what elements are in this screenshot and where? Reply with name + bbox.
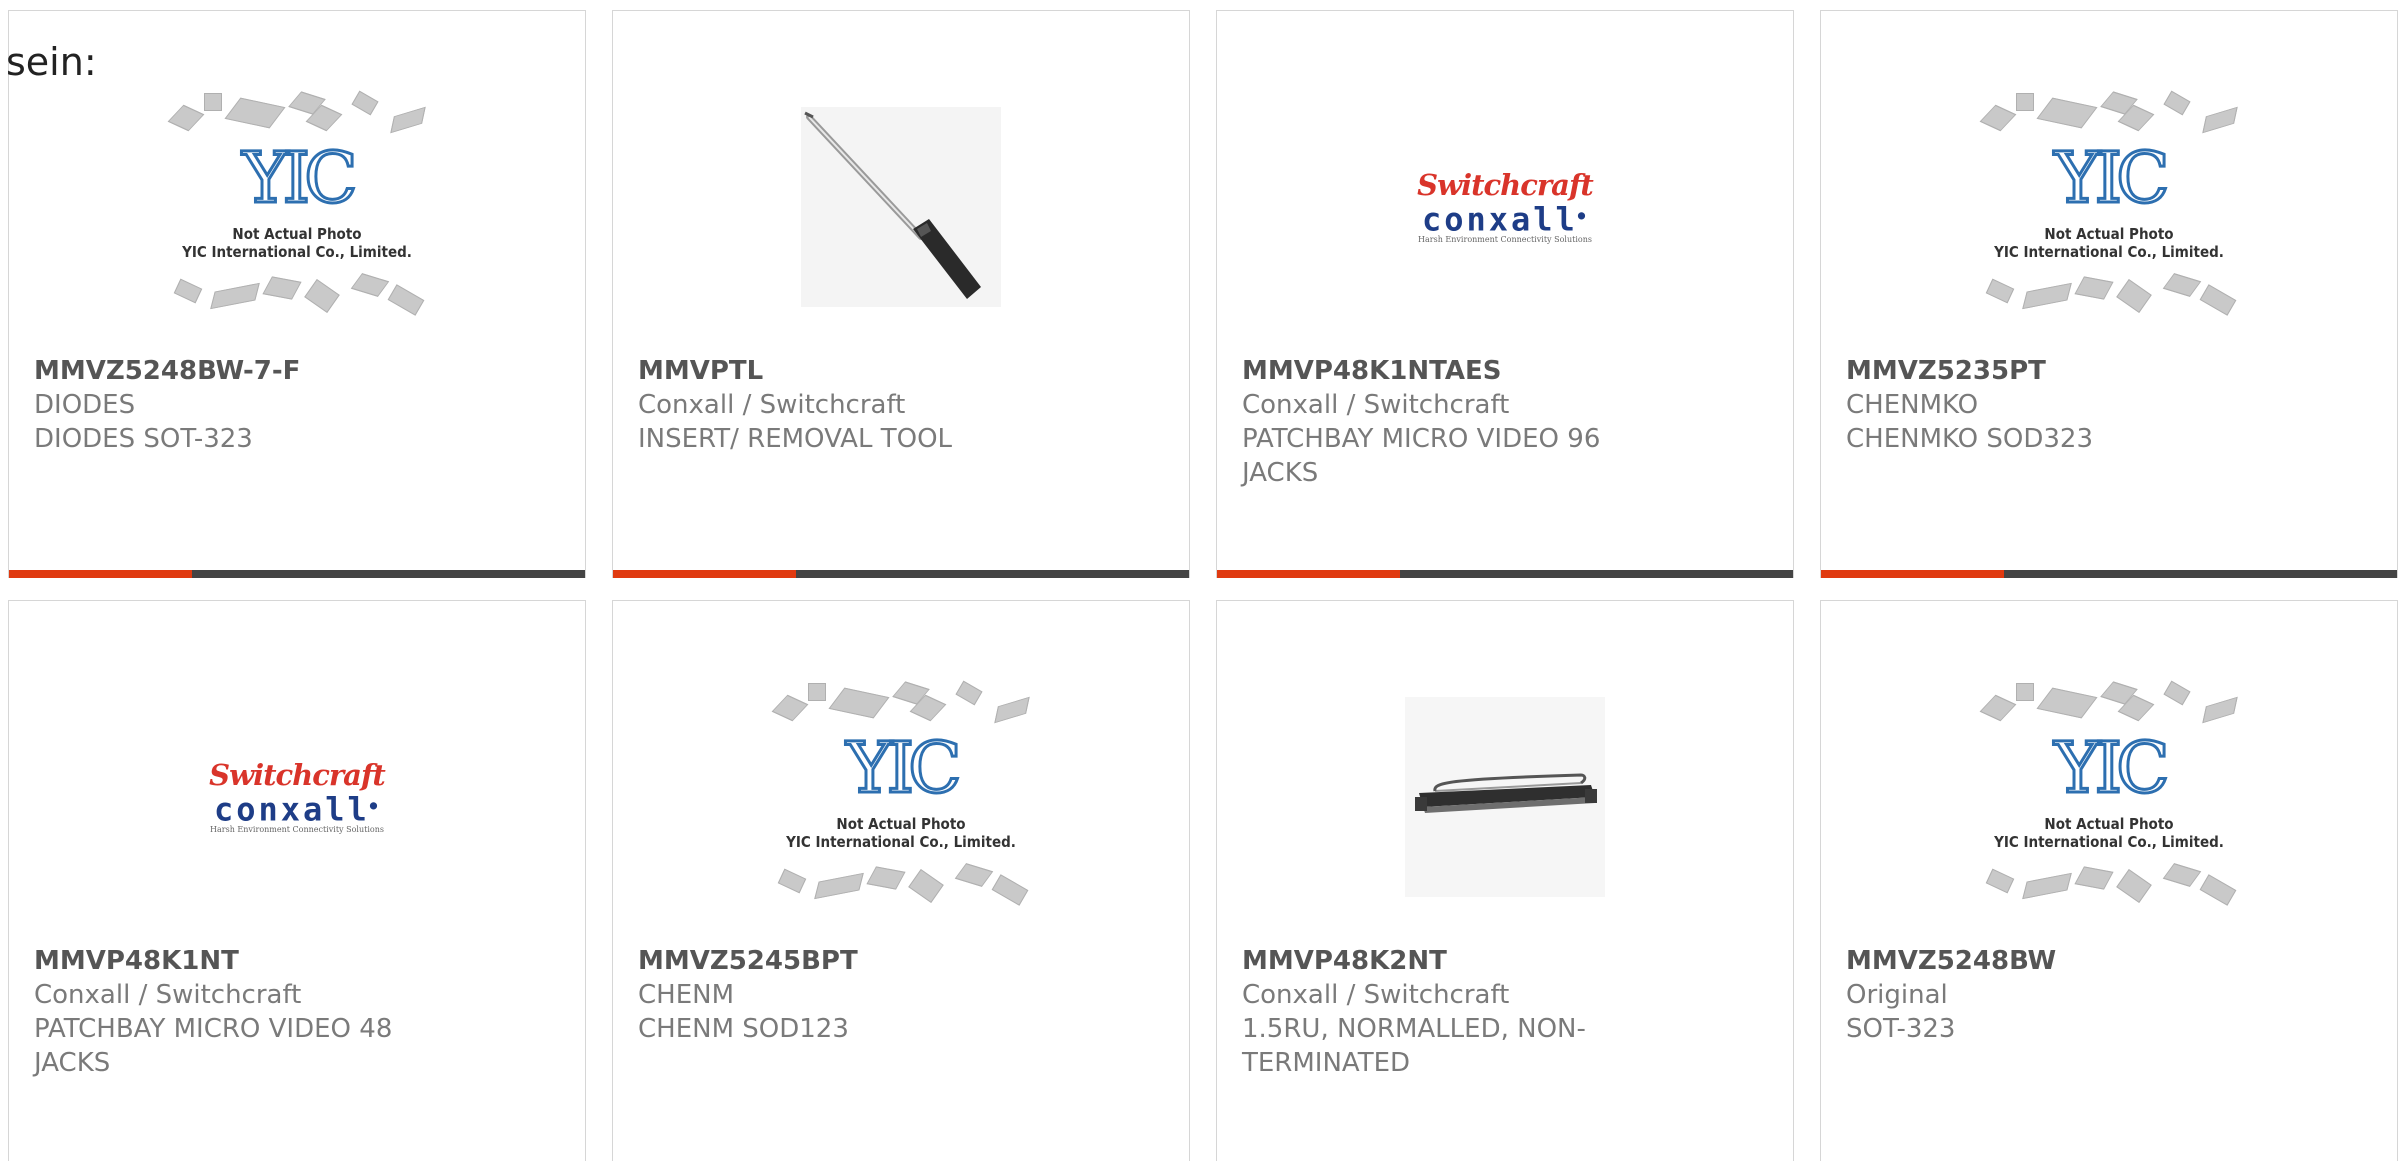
yic-logo: YIC [845, 727, 963, 809]
product-image[interactable]: YIC Not Actual Photo YIC International C… [9, 87, 585, 327]
placeholder-company: YIC International Co., Limited. [1994, 243, 2224, 261]
card-footer-bar [1821, 570, 2397, 578]
description: 1.5RU, NORMALLED, NON-TERMINATED [1242, 1014, 1586, 1078]
product-card[interactable]: YIC Not Actual Photo YIC International C… [612, 600, 1190, 1161]
description: DIODES SOT-323 [34, 424, 253, 454]
product-image[interactable] [1217, 677, 1793, 917]
manufacturer: Original [1846, 980, 1948, 1010]
yic-logo: YIC [2053, 727, 2171, 809]
yic-placeholder-image: YIC Not Actual Photo YIC International C… [162, 87, 432, 327]
product-info: MMVZ5248BW Original SOT-323 [1846, 944, 2247, 1046]
page-heading: sein: [6, 40, 97, 84]
part-number[interactable]: MMVZ5235PT [1846, 354, 2247, 388]
bar-accent [9, 570, 192, 578]
product-image[interactable]: Switchcraft conxall● Harsh Environment C… [9, 677, 585, 917]
card-footer-bar [9, 570, 585, 578]
description: SOT-323 [1846, 1014, 1956, 1044]
placeholder-company: YIC International Co., Limited. [786, 833, 1016, 851]
switchcraft-logo-tagline: Harsh Environment Connectivity Solutions [1418, 234, 1592, 244]
placeholder-caption: Not Actual Photo [836, 815, 966, 833]
switchcraft-logo: Switchcraft conxall● Harsh Environment C… [192, 760, 402, 834]
part-number[interactable]: MMVZ5248BW-7-F [34, 354, 435, 388]
product-image[interactable] [613, 87, 1189, 327]
part-number[interactable]: MMVPTL [638, 354, 1039, 388]
placeholder-caption: Not Actual Photo [232, 225, 362, 243]
description: INSERT/ REMOVAL TOOL [638, 424, 953, 454]
part-number[interactable]: MMVP48K1NTAES [1242, 354, 1643, 388]
patch-panel-image [1405, 697, 1605, 897]
product-info: MMVZ5248BW-7-F DIODES DIODES SOT-323 [34, 354, 435, 456]
part-number[interactable]: MMVP48K1NT [34, 944, 435, 978]
product-info: MMVPTL Conxall / Switchcraft INSERT/ REM… [638, 354, 1039, 456]
product-info: MMVP48K1NT Conxall / Switchcraft PATCHBA… [34, 944, 435, 1080]
product-image[interactable]: YIC Not Actual Photo YIC International C… [1821, 677, 2397, 917]
manufacturer: CHENMKO [1846, 390, 1979, 420]
description: CHENMKO SOD323 [1846, 424, 2093, 454]
manufacturer: CHENM [638, 980, 735, 1010]
placeholder-company: YIC International Co., Limited. [182, 243, 412, 261]
screwdriver-image [801, 107, 1001, 307]
page: sein: YIC Not Actual Photo YIC Internati… [0, 0, 2400, 1161]
product-card[interactable]: Switchcraft conxall● Harsh Environment C… [8, 600, 586, 1161]
product-card[interactable]: MMVP48K2NT Conxall / Switchcraft 1.5RU, … [1216, 600, 1794, 1161]
part-number[interactable]: MMVP48K2NT [1242, 944, 1643, 978]
product-grid: YIC Not Actual Photo YIC International C… [8, 10, 2400, 1161]
placeholder-caption: Not Actual Photo [2044, 815, 2174, 833]
manufacturer: DIODES [34, 390, 136, 420]
manufacturer: Conxall / Switchcraft [1242, 390, 1510, 420]
product-info: MMVP48K2NT Conxall / Switchcraft 1.5RU, … [1242, 944, 1643, 1080]
product-info: MMVP48K1NTAES Conxall / Switchcraft PATC… [1242, 354, 1643, 490]
bar-accent [1821, 570, 2004, 578]
switchcraft-logo-bottom: conxall [213, 790, 370, 829]
product-image[interactable]: YIC Not Actual Photo YIC International C… [613, 677, 1189, 917]
description: PATCHBAY MICRO VIDEO 96 JACKS [1242, 424, 1601, 488]
description: PATCHBAY MICRO VIDEO 48 JACKS [34, 1014, 393, 1078]
yic-placeholder-image: YIC Not Actual Photo YIC International C… [1974, 87, 2244, 327]
bar-accent [613, 570, 796, 578]
yic-logo: YIC [241, 137, 359, 219]
switchcraft-logo-tagline: Harsh Environment Connectivity Solutions [210, 824, 384, 834]
placeholder-company: YIC International Co., Limited. [1994, 833, 2224, 851]
product-card[interactable]: MMVPTL Conxall / Switchcraft INSERT/ REM… [612, 10, 1190, 578]
yic-placeholder-image: YIC Not Actual Photo YIC International C… [766, 677, 1036, 917]
placeholder-caption: Not Actual Photo [2044, 225, 2174, 243]
product-info: MMVZ5235PT CHENMKO CHENMKO SOD323 [1846, 354, 2247, 456]
product-image[interactable]: Switchcraft conxall● Harsh Environment C… [1217, 87, 1793, 327]
product-image[interactable]: YIC Not Actual Photo YIC International C… [1821, 87, 2397, 327]
description: CHENM SOD123 [638, 1014, 849, 1044]
part-number[interactable]: MMVZ5248BW [1846, 944, 2247, 978]
card-footer-bar [613, 570, 1189, 578]
switchcraft-logo-top: Switchcraft [1417, 168, 1594, 203]
bar-accent [1217, 570, 1400, 578]
product-card[interactable]: YIC Not Actual Photo YIC International C… [8, 10, 586, 578]
manufacturer: Conxall / Switchcraft [34, 980, 302, 1010]
card-footer-bar [1217, 570, 1793, 578]
switchcraft-logo-top: Switchcraft [209, 758, 386, 793]
product-card[interactable]: YIC Not Actual Photo YIC International C… [1820, 10, 2398, 578]
manufacturer: Conxall / Switchcraft [1242, 980, 1510, 1010]
product-card[interactable]: YIC Not Actual Photo YIC International C… [1820, 600, 2398, 1161]
product-card[interactable]: Switchcraft conxall● Harsh Environment C… [1216, 10, 1794, 578]
yic-placeholder-image: YIC Not Actual Photo YIC International C… [1974, 677, 2244, 917]
part-number[interactable]: MMVZ5245BPT [638, 944, 1039, 978]
manufacturer: Conxall / Switchcraft [638, 390, 906, 420]
yic-logo: YIC [2053, 137, 2171, 219]
switchcraft-logo-bottom: conxall [1421, 200, 1578, 239]
product-info: MMVZ5245BPT CHENM CHENM SOD123 [638, 944, 1039, 1046]
switchcraft-logo: Switchcraft conxall● Harsh Environment C… [1400, 170, 1610, 244]
